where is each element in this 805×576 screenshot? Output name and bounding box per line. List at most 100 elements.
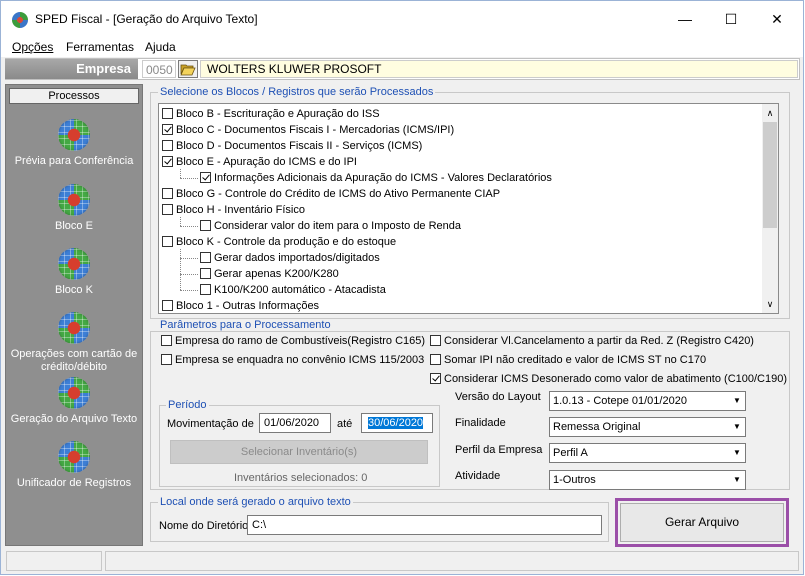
menu-ajuda[interactable]: Ajuda [145, 40, 176, 54]
sidebar-item-bloco-e[interactable]: Bloco E [7, 184, 141, 233]
tree-item-label: Bloco H - Inventário Físico [176, 204, 305, 216]
sidebar-item-bloco-k[interactable]: Bloco K [7, 248, 141, 297]
opt-combustiveis[interactable]: Empresa do ramo de Combustíveis(Registro… [161, 334, 425, 348]
empresa-open-button[interactable] [178, 60, 198, 78]
start-date-field[interactable]: 01/06/2020 [259, 413, 331, 433]
scroll-down-icon[interactable]: ∨ [763, 297, 777, 311]
menu-opcoes[interactable]: Opções [12, 40, 53, 54]
tree-item-imposto-renda[interactable]: Considerar valor do item para o Imposto … [200, 218, 461, 234]
maximize-button[interactable]: ☐ [708, 1, 754, 37]
tree-item-label: Bloco 1 - Outras Informações [176, 300, 320, 312]
finalidade-value: Remessa Original [553, 421, 641, 433]
tree-item-bloco-k[interactable]: Bloco K - Controle da produção e do esto… [162, 234, 396, 250]
checkbox[interactable] [200, 284, 211, 295]
opt-convenio[interactable]: Empresa se enquadra no convênio ICMS 115… [161, 353, 424, 367]
checkbox[interactable] [161, 335, 172, 346]
sidebar-item-label: Prévia para Conferência [14, 155, 134, 167]
minimize-button[interactable]: — [662, 1, 708, 37]
chevron-down-icon: ▼ [733, 422, 741, 431]
tree-item-info-adicionais[interactable]: Informações Adicionais da Apuração do IC… [200, 170, 552, 186]
menu-ferramentas[interactable]: Ferramentas [66, 40, 134, 54]
sidebar-item-label: Operações com cartão de crédito/débito [10, 348, 138, 373]
end-date-field[interactable]: 30/06/2020 [361, 413, 433, 433]
checkbox[interactable] [161, 354, 172, 365]
checkbox[interactable] [162, 124, 173, 135]
sidebar-item-unificador[interactable]: Unificador de Registros [7, 441, 141, 490]
tree-connector [180, 274, 198, 275]
close-button[interactable]: ✕ [754, 1, 800, 37]
globe-grid-icon [58, 441, 90, 473]
option-label: Somar IPI não creditado e valor de ICMS … [444, 354, 707, 366]
tree-scrollbar-thumb[interactable] [763, 122, 777, 228]
minimize-icon: — [678, 11, 692, 27]
perfil-select[interactable]: Perfil A ▼ [549, 443, 746, 463]
tree-item-dados-importados[interactable]: Gerar dados importados/digitados [200, 250, 380, 266]
params-group-title: Parâmetros para o Processamento [158, 319, 333, 331]
option-label: Empresa do ramo de Combustíveis(Registro… [175, 335, 426, 347]
empresa-code-field[interactable]: 0050 [142, 60, 176, 78]
tree-item-bloco-b[interactable]: Bloco B - Escrituração e Apuração do ISS [162, 106, 380, 122]
tree-item-bloco-h[interactable]: Bloco H - Inventário Físico [162, 202, 305, 218]
option-label: Empresa se enquadra no convênio ICMS 115… [175, 354, 425, 366]
app-globe-icon [12, 12, 28, 28]
checkbox[interactable] [430, 354, 441, 365]
finalidade-label: Finalidade [455, 417, 506, 429]
checkbox[interactable] [162, 156, 173, 167]
tree-item-bloco-g[interactable]: Bloco G - Controle do Crédito de ICMS do… [162, 186, 500, 202]
end-date-selected-text: 30/06/2020 [368, 417, 424, 429]
empresa-label: Empresa [5, 59, 138, 79]
perfil-value: Perfil A [553, 447, 588, 459]
opt-somar-ipi[interactable]: Somar IPI não creditado e valor de ICMS … [430, 353, 706, 367]
tree-item-k100-k200[interactable]: K100/K200 automático - Atacadista [200, 282, 386, 298]
checkbox[interactable] [200, 252, 211, 263]
periodo-group-title: Período [166, 399, 209, 411]
atividade-value: 1-Outros [553, 474, 596, 486]
opt-desonerado[interactable]: Considerar ICMS Desonerado como valor de… [430, 372, 787, 386]
checkbox[interactable] [200, 220, 211, 231]
globe-grid-icon [58, 184, 90, 216]
tree-item-label: Bloco G - Controle do Crédito de ICMS do… [176, 188, 501, 200]
inventory-count-text: Inventários selecionados: 0 [234, 472, 368, 484]
opt-cancelamento[interactable]: Considerar Vl.Cancelamento a partir da R… [430, 334, 754, 348]
checkbox[interactable] [162, 236, 173, 247]
tree-item-k200-k280[interactable]: Gerar apenas K200/K280 [200, 266, 339, 282]
tree-item-label: Bloco C - Documentos Fiscais I - Mercado… [176, 124, 455, 136]
checkbox[interactable] [162, 108, 173, 119]
diretorio-field[interactable]: C:\ [247, 515, 602, 535]
maximize-icon: ☐ [724, 10, 738, 27]
sidebar-item-cartao[interactable]: Operações com cartão de crédito/débito [7, 312, 141, 374]
checkbox[interactable] [162, 188, 173, 199]
local-group-title: Local onde será gerado o arquivo texto [158, 496, 353, 508]
checkbox[interactable] [162, 300, 173, 311]
tree-item-label: Considerar valor do item para o Imposto … [214, 220, 462, 232]
movimentacao-label: Movimentação de [167, 418, 254, 430]
select-inventory-button[interactable]: Selecionar Inventário(s) [170, 440, 428, 464]
status-panel [105, 551, 799, 571]
tree-item-label: Gerar dados importados/digitados [214, 252, 380, 264]
sidebar-item-previa[interactable]: Prévia para Conferência [7, 119, 141, 168]
finalidade-select[interactable]: Remessa Original ▼ [549, 417, 746, 437]
checkbox[interactable] [200, 268, 211, 279]
open-folder-icon [180, 64, 196, 75]
atividade-select[interactable]: 1-Outros ▼ [549, 470, 746, 490]
sidebar-item-label: Geração do Arquivo Texto [10, 413, 138, 425]
globe-grid-icon [58, 119, 90, 151]
checkbox[interactable] [162, 140, 173, 151]
checkbox[interactable] [162, 204, 173, 215]
tree-connector [180, 226, 198, 227]
sidebar-item-geracao[interactable]: Geração do Arquivo Texto [7, 377, 141, 426]
versao-select[interactable]: 1.0.13 - Cotepe 01/01/2020 ▼ [549, 391, 746, 411]
gerar-arquivo-button[interactable]: Gerar Arquivo [620, 503, 784, 542]
tree-item-bloco-d[interactable]: Bloco D - Documentos Fiscais II - Serviç… [162, 138, 422, 154]
tree-item-bloco-1[interactable]: Bloco 1 - Outras Informações [162, 298, 319, 314]
checkbox[interactable] [200, 172, 211, 183]
tree-item-bloco-c[interactable]: Bloco C - Documentos Fiscais I - Mercado… [162, 122, 454, 138]
scroll-up-icon[interactable]: ∧ [763, 106, 777, 120]
sidebar-item-label: Bloco E [55, 220, 93, 232]
diretorio-label: Nome do Diretório [159, 520, 249, 532]
versao-label: Versão do Layout [455, 391, 541, 403]
tree-item-bloco-e[interactable]: Bloco E - Apuração do ICMS e do IPI [162, 154, 357, 170]
checkbox[interactable] [430, 335, 441, 346]
sidebar-header: Processos [9, 88, 139, 104]
checkbox[interactable] [430, 373, 441, 384]
